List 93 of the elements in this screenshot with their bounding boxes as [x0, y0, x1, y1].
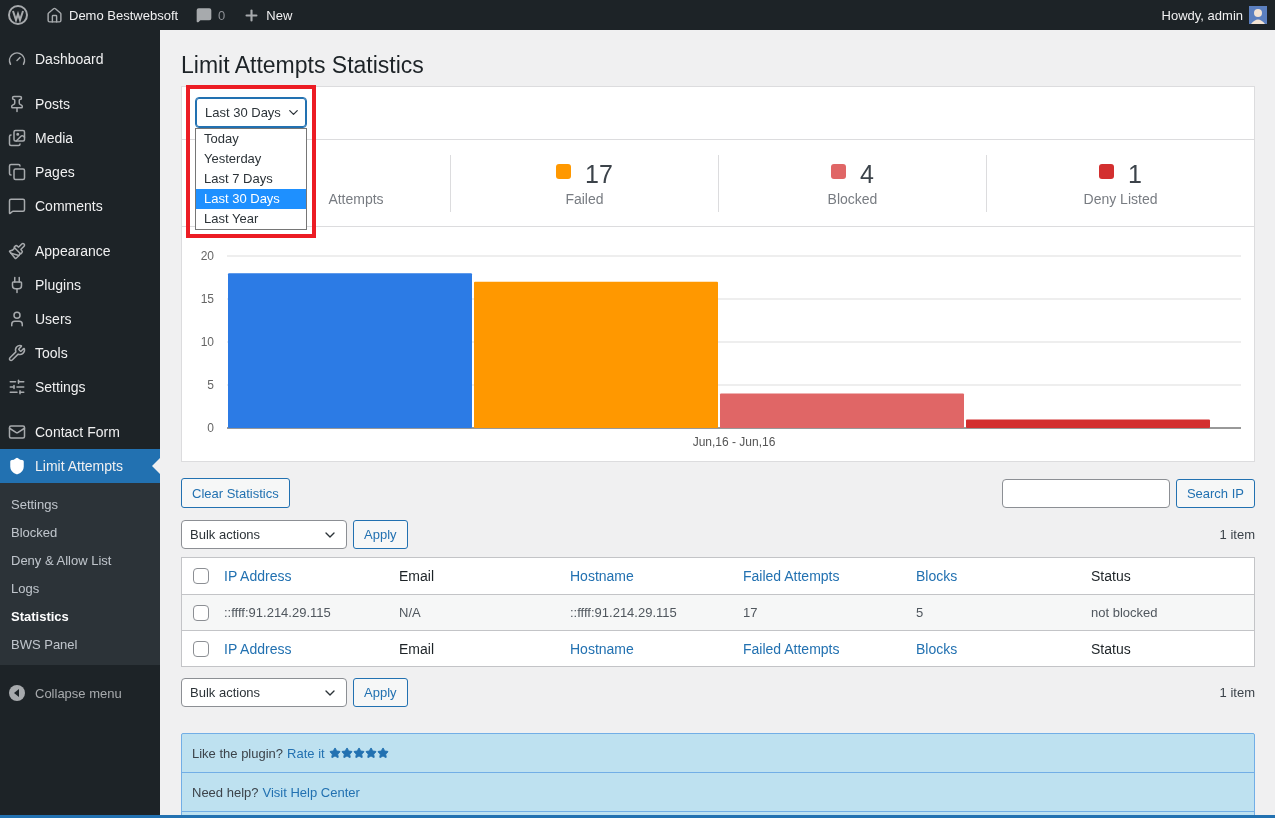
plus-icon[interactable]	[243, 6, 261, 24]
stat-value: 17	[585, 159, 613, 189]
menu-item[interactable]: Comments	[0, 189, 160, 223]
search-field[interactable]	[1001, 478, 1170, 508]
column-sort-link[interactable]: Hostname	[570, 568, 743, 584]
mail-icon	[8, 423, 26, 441]
clear-statistics-button[interactable]: Clear Statistics	[181, 478, 290, 508]
submenu-item[interactable]: BWS Panel	[0, 630, 160, 658]
wrench-icon	[8, 344, 26, 362]
stat-value: 4	[860, 159, 874, 189]
bulk-actions-select[interactable]: Bulk actions	[181, 520, 347, 549]
y-tick-label: 0	[207, 421, 214, 435]
apply-button[interactable]: Apply	[353, 678, 408, 707]
menu-item[interactable]: Users	[0, 302, 160, 336]
table-cell-text: 5	[916, 605, 925, 620]
help-center-link[interactable]: Visit Help Center	[262, 784, 360, 800]
column-header: Email	[399, 568, 435, 584]
menu-item[interactable]: Media	[0, 121, 160, 155]
pin-icon	[8, 95, 26, 113]
column-header: Email	[399, 640, 435, 657]
new-link[interactable]: New	[266, 7, 293, 23]
column-sort-link[interactable]: IP Address	[224, 568, 399, 584]
y-tick-label: 20	[200, 249, 214, 263]
column-header: Status	[1091, 640, 1132, 657]
y-tick-label: 10	[200, 335, 214, 349]
help-prompt: Need help?	[192, 784, 259, 800]
brush-icon	[8, 242, 26, 260]
column-sort-link[interactable]: Blocks	[916, 568, 1091, 584]
x-axis-label: Jun,16 - Jun,16	[692, 435, 776, 449]
table-cell-text: ::ffff:91.214.29.115	[224, 605, 332, 620]
comment-count: 0	[218, 7, 226, 23]
item-count: 1 item	[1219, 685, 1255, 700]
menu-item[interactable]: Tools	[0, 336, 160, 370]
stat-value: 1	[1128, 159, 1142, 189]
gauge-icon	[8, 50, 26, 68]
stat-label: Deny Listed	[1083, 191, 1158, 207]
column-sort-link[interactable]: Failed Attempts	[743, 640, 916, 657]
column-sort-link[interactable]: IP Address	[224, 640, 399, 657]
submenu-item[interactable]: Statistics	[0, 602, 160, 630]
table-cell-text: N/A	[399, 605, 422, 620]
menu-item[interactable]: Dashboard	[0, 42, 160, 76]
shield-icon	[8, 457, 26, 475]
period-select[interactable]: Last 30 Days	[195, 97, 307, 128]
submenu-item[interactable]: Blocked	[0, 518, 160, 546]
select-all-checkbox[interactable]	[193, 640, 209, 657]
column-sort-link[interactable]: Hostname	[570, 640, 743, 657]
rate-link[interactable]: Rate it	[287, 745, 325, 761]
select-all-checkbox[interactable]	[193, 568, 209, 584]
menu-item[interactable]: Plugins	[0, 268, 160, 302]
speech-bubble-icon[interactable]	[196, 7, 213, 23]
menu-item[interactable]: Pages	[0, 155, 160, 189]
menu-item[interactable]: Posts	[0, 87, 160, 121]
user-icon	[8, 310, 26, 328]
images-icon	[8, 129, 26, 147]
table-cell-text: not blocked	[1091, 605, 1159, 620]
avatar[interactable]	[1249, 6, 1267, 24]
apply-button[interactable]: Apply	[353, 520, 408, 549]
search-ip-button[interactable]: Search IP	[1175, 478, 1255, 508]
menu-item[interactable]: Contact Form	[0, 415, 160, 449]
column-header: Status	[1091, 568, 1132, 584]
table-cell-text: 17	[743, 605, 759, 620]
rate-prompt: Like the plugin?	[192, 745, 284, 761]
star-icon[interactable]	[376, 747, 389, 759]
speech-bubble-icon	[8, 197, 26, 215]
star-icon[interactable]	[352, 747, 365, 759]
wordpress-logo-icon[interactable]	[8, 5, 28, 25]
row-checkbox[interactable]	[193, 604, 209, 621]
y-tick-label: 15	[200, 292, 214, 306]
page-title: Limit Attempts Statistics	[181, 51, 425, 80]
stat-label: Attempts	[328, 191, 384, 207]
star-icon[interactable]	[364, 747, 377, 759]
collapse-menu-button[interactable]: Collapse menu	[0, 676, 160, 710]
item-count: 1 item	[1219, 527, 1255, 542]
column-sort-link[interactable]: Failed Attempts	[743, 568, 916, 584]
table-cell-text: ::ffff:91.214.29.115	[570, 605, 678, 620]
star-icon[interactable]	[340, 747, 353, 759]
y-tick-label: 5	[207, 378, 214, 392]
submenu-item[interactable]: Deny & Allow List	[0, 546, 160, 574]
submenu-item[interactable]: Settings	[0, 490, 160, 518]
menu-item[interactable]: Limit Attempts	[0, 449, 160, 483]
bulk-actions-select[interactable]: Bulk actions	[181, 678, 347, 707]
home-icon[interactable]	[46, 6, 63, 24]
greeting-link[interactable]: Howdy, admin	[1161, 7, 1243, 23]
sliders-icon	[8, 378, 26, 396]
menu-item[interactable]: Appearance	[0, 234, 160, 268]
site-name-link[interactable]: Demo Bestwebsoft	[69, 7, 179, 23]
star-icon[interactable]	[328, 747, 341, 759]
stat-label: Blocked	[827, 191, 878, 207]
menu-item[interactable]: Settings	[0, 370, 160, 404]
column-sort-link[interactable]: Blocks	[916, 640, 1091, 657]
pages-icon	[8, 163, 26, 181]
submenu-item[interactable]: Logs	[0, 574, 160, 602]
stat-label: Failed	[565, 191, 604, 207]
